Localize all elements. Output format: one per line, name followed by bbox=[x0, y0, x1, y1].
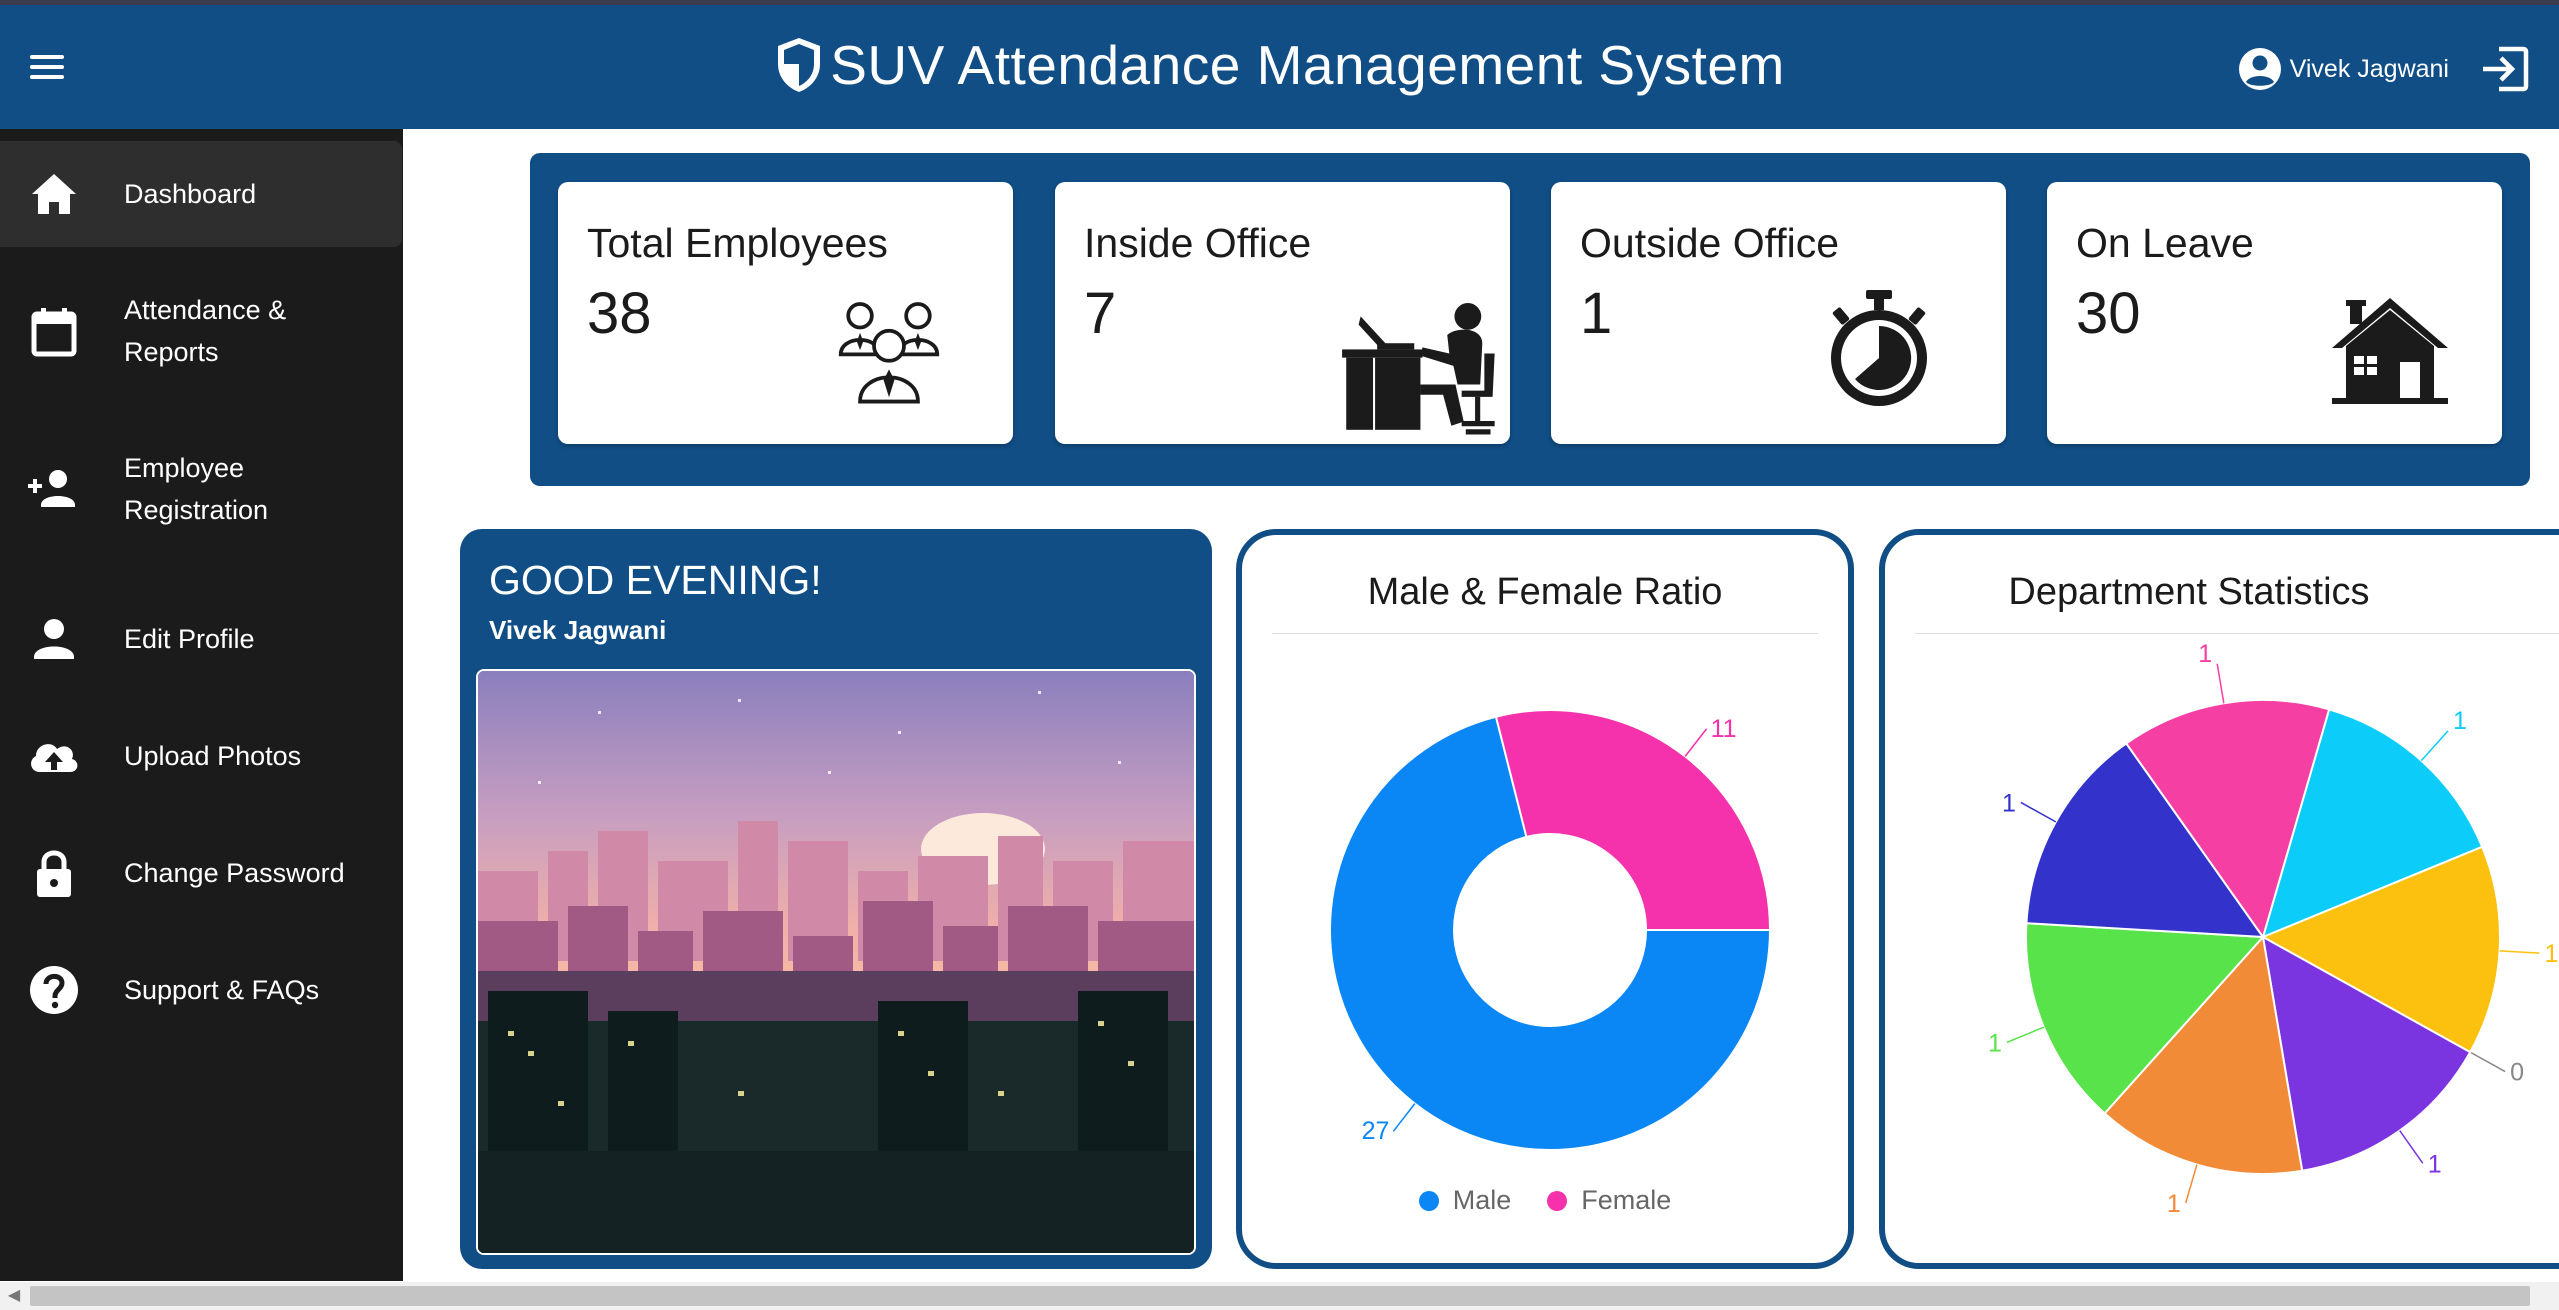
sidebar-item-label: Upload Photos bbox=[124, 741, 302, 771]
stopwatch-icon bbox=[1831, 290, 1927, 406]
stat-card-total-employees[interactable]: Total Employees 38 bbox=[558, 182, 1013, 444]
sidebar-item-label: Attendance & Reports bbox=[124, 295, 287, 367]
stat-label: Total Employees bbox=[587, 220, 888, 266]
data-label-leader bbox=[2399, 1130, 2424, 1164]
home-icon bbox=[32, 174, 76, 214]
sidebar-item-label: Edit Profile bbox=[124, 624, 255, 654]
divider bbox=[1272, 633, 1818, 634]
person-icon bbox=[34, 619, 74, 659]
cloud-upload-icon bbox=[31, 744, 78, 772]
sidebar-item-label: Dashboard bbox=[124, 179, 257, 209]
gender-ratio-card: Male & Female Ratio 27 11 Male Female bbox=[1236, 529, 1854, 1269]
stat-label: On Leave bbox=[2076, 220, 2254, 266]
person-add-icon bbox=[28, 470, 75, 507]
data-label: 0 bbox=[2510, 1059, 2524, 1087]
donut-slice-female[interactable] bbox=[1494, 709, 1772, 931]
sidebar-item-change-password[interactable]: Change Password bbox=[0, 833, 403, 913]
legend-label: Female bbox=[1581, 1185, 1672, 1215]
data-label-leader bbox=[2184, 1164, 2198, 1204]
greeting-panel: GOOD EVENING! Vivek Jagwani bbox=[460, 529, 1212, 1269]
lock-icon bbox=[37, 850, 71, 897]
stat-label: Inside Office bbox=[1084, 220, 1312, 266]
sidebar-item-edit-profile[interactable]: Edit Profile bbox=[0, 599, 403, 679]
scrollbar-thumb[interactable] bbox=[30, 1286, 2530, 1306]
stat-value: 38 bbox=[587, 281, 652, 346]
shield-icon bbox=[778, 38, 821, 92]
horizontal-scrollbar[interactable]: ◀ bbox=[0, 1282, 2559, 1310]
app-header: SUV Attendance Management System Vivek J… bbox=[0, 5, 2559, 129]
sidebar-item-label: Employee Registration bbox=[124, 453, 269, 525]
city-skyline-image bbox=[476, 669, 1196, 1255]
sidebar-item-employee-registration[interactable]: Employee Registration bbox=[0, 435, 403, 545]
data-label: 1 bbox=[2428, 1150, 2442, 1178]
data-label-leader bbox=[2020, 801, 2057, 823]
data-label-leader bbox=[2420, 730, 2449, 762]
logout-icon[interactable] bbox=[2479, 43, 2531, 95]
data-label: 1 bbox=[2545, 940, 2559, 968]
stats-panel: Total Employees 38 Inside Office 7 Outsi… bbox=[530, 153, 2530, 486]
data-label: 27 bbox=[1362, 1117, 1390, 1145]
user-menu[interactable]: Vivek Jagwani bbox=[2238, 47, 2449, 91]
department-stats-card: Department Statistics 1 1 0 1 1 1 1 1 bbox=[1879, 529, 2559, 1269]
data-label-leader bbox=[2499, 950, 2540, 954]
stat-label: Outside Office bbox=[1580, 220, 1840, 266]
data-label: 11 bbox=[1711, 715, 1737, 743]
sidebar-item-upload-photos[interactable]: Upload Photos bbox=[0, 716, 403, 796]
data-label: 1 bbox=[1988, 1029, 2002, 1057]
data-label-leader bbox=[1684, 728, 1708, 757]
sidebar-item-attendance[interactable]: Attendance & Reports bbox=[0, 277, 403, 387]
data-label-leader bbox=[2469, 1051, 2506, 1073]
gender-donut-chart: 27 11 bbox=[1329, 709, 1772, 1151]
legend-item-female[interactable]: Female bbox=[1547, 1185, 1671, 1216]
stat-value: 7 bbox=[1084, 281, 1117, 346]
house-icon bbox=[2332, 298, 2448, 404]
sidebar-item-support[interactable]: Support & FAQs bbox=[0, 950, 403, 1030]
legend-label: Male bbox=[1452, 1185, 1512, 1215]
data-label: 1 bbox=[2453, 707, 2467, 735]
app-title: SUV Attendance Management System bbox=[830, 34, 1785, 96]
chart-legend: Male Female bbox=[1242, 1185, 1848, 1216]
data-label: 1 bbox=[2002, 789, 2016, 817]
stat-value: 30 bbox=[2076, 281, 2141, 346]
legend-dot bbox=[1418, 1190, 1439, 1211]
user-name: Vivek Jagwani bbox=[2289, 54, 2449, 83]
stat-value: 1 bbox=[1580, 281, 1613, 346]
help-icon bbox=[30, 966, 78, 1014]
data-label: 1 bbox=[2198, 640, 2212, 668]
calendar-icon bbox=[31, 308, 77, 357]
sidebar-item-dashboard[interactable]: Dashboard bbox=[0, 141, 402, 247]
sidebar: Dashboard Attendance & Reports Employee … bbox=[0, 129, 403, 1281]
desk-worker-icon bbox=[1342, 303, 1495, 435]
data-label-leader bbox=[2006, 1026, 2045, 1044]
greeting-title: GOOD EVENING! bbox=[489, 557, 822, 603]
chart-title: Department Statistics bbox=[2008, 571, 2370, 613]
data-label-leader bbox=[2216, 663, 2225, 704]
account-circle-icon bbox=[2238, 48, 2281, 90]
legend-item-male[interactable]: Male bbox=[1418, 1185, 1512, 1216]
stat-card-on-leave[interactable]: On Leave 30 bbox=[2047, 182, 2502, 444]
department-pie-chart: 1 1 0 1 1 1 1 1 bbox=[1988, 640, 2559, 1218]
chart-title: Male & Female Ratio bbox=[1367, 571, 1723, 613]
sidebar-item-label: Support & FAQs bbox=[124, 975, 320, 1005]
divider bbox=[1915, 633, 2559, 634]
greeting-name: Vivek Jagwani bbox=[489, 615, 667, 645]
team-icon bbox=[838, 302, 940, 404]
scroll-left-icon[interactable]: ◀ bbox=[0, 1282, 28, 1310]
sidebar-item-label: Change Password bbox=[124, 858, 345, 888]
stat-card-outside-office[interactable]: Outside Office 1 bbox=[1551, 182, 2006, 444]
data-label: 1 bbox=[2167, 1190, 2181, 1218]
stat-card-inside-office[interactable]: Inside Office 7 bbox=[1055, 182, 1510, 444]
data-label-leader bbox=[1392, 1103, 1416, 1132]
legend-dot bbox=[1547, 1190, 1568, 1211]
